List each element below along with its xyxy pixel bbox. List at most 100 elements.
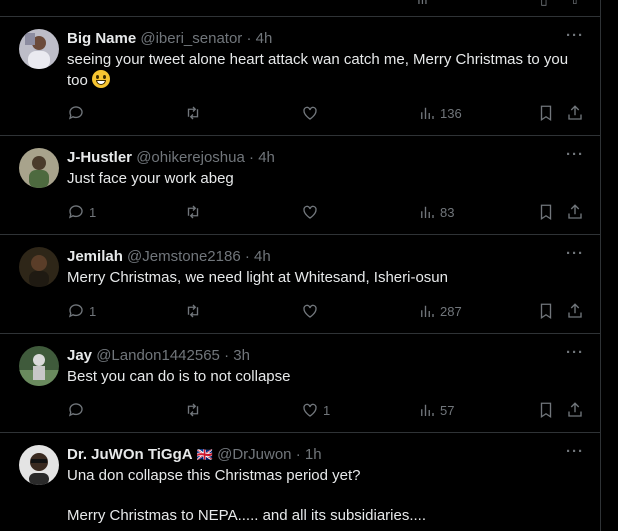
reply-icon	[68, 106, 83, 120]
share-button[interactable]	[566, 400, 584, 420]
share-button[interactable]	[566, 202, 584, 222]
retweet-button[interactable]	[184, 103, 202, 123]
timeline-column: ılı ▯ ⇧ Big Name @iberi_senator · 4h see…	[0, 0, 601, 531]
tweet-4[interactable]: Jay @Landon1442565 · 3h Best you can do …	[0, 334, 601, 433]
tweet-text: seeing your tweet alone heart attack wan…	[67, 50, 587, 91]
avatar[interactable]	[19, 445, 59, 485]
display-name[interactable]: Dr. JuWOn TiGgA	[67, 446, 193, 463]
tweet-2[interactable]: J-Hustler @ohikerejoshua · 4h Just face …	[0, 136, 601, 235]
tweet-3[interactable]: Jemilah @Jemstone2186 · 4h Merry Christm…	[0, 235, 601, 334]
user-handle[interactable]: @ohikerejoshua	[136, 149, 245, 166]
bookmark-icon	[540, 204, 552, 221]
user-handle[interactable]: @Jemstone2186	[127, 248, 241, 265]
views-button[interactable]: 287	[418, 301, 462, 321]
retweet-icon	[187, 106, 199, 120]
view-count: 287	[440, 303, 462, 319]
analytics-icon	[421, 404, 434, 416]
view-count: 83	[440, 204, 455, 220]
action-bar: 136	[67, 103, 587, 123]
share-icon[interactable]: ⇧	[569, 0, 581, 8]
avatar[interactable]	[19, 247, 59, 287]
tweet-1[interactable]: Big Name @iberi_senator · 4h seeing your…	[0, 17, 601, 136]
tweet-header: J-Hustler @ohikerejoshua · 4h	[67, 148, 587, 168]
share-button[interactable]	[566, 103, 584, 123]
reply-button[interactable]	[67, 400, 89, 420]
separator: ·	[246, 30, 252, 47]
avatar[interactable]	[19, 346, 59, 386]
reply-button[interactable]	[67, 103, 89, 123]
more-options-icon[interactable]: ···	[566, 146, 584, 163]
bookmark-button[interactable]	[537, 202, 555, 222]
more-options-icon[interactable]: ···	[566, 245, 584, 262]
like-button[interactable]	[301, 202, 323, 222]
action-bar: 1 83	[67, 202, 587, 222]
user-handle[interactable]: @DrJuwon	[217, 446, 291, 463]
tweet-text-second-paragraph: Merry Christmas to NEPA..... and all its…	[67, 507, 426, 524]
bookmark-icon	[540, 105, 552, 122]
reply-button[interactable]: 1	[67, 202, 96, 222]
separator: ·	[244, 248, 250, 265]
tweet-text: Just face your work abeg	[67, 170, 234, 187]
retweet-icon	[187, 205, 199, 219]
display-name[interactable]: Big Name	[67, 30, 136, 47]
tweet-header: Dr. JuWOn TiGgA 🇬🇧 @DrJuwon · 1h	[67, 445, 587, 465]
like-button[interactable]	[301, 103, 323, 123]
analytics-icon	[421, 107, 434, 119]
reply-button[interactable]: 1	[67, 301, 96, 321]
timestamp[interactable]: 4h	[254, 248, 271, 265]
views-button[interactable]: 136	[418, 103, 462, 123]
avatar[interactable]	[19, 29, 59, 69]
reply-icon	[68, 304, 83, 318]
timestamp[interactable]: 4h	[258, 149, 275, 166]
reply-count: 1	[89, 204, 97, 220]
avatar[interactable]	[19, 148, 59, 188]
timestamp[interactable]: 3h	[233, 347, 250, 364]
bookmark-button[interactable]	[537, 301, 555, 321]
user-handle[interactable]: @Landon1442565	[96, 347, 220, 364]
retweet-button[interactable]	[184, 301, 202, 321]
bookmark-button[interactable]	[537, 400, 555, 420]
reply-count: 1	[89, 303, 97, 319]
separator: ·	[249, 149, 255, 166]
tweet-header: Big Name @iberi_senator · 4h	[67, 29, 587, 49]
views-icon[interactable]: ılı	[417, 0, 428, 7]
action-bar: 1 287	[67, 301, 587, 321]
reply-icon	[68, 403, 83, 417]
reply-icon	[68, 205, 83, 219]
more-options-icon[interactable]: ···	[566, 443, 584, 460]
user-handle[interactable]: @iberi_senator	[140, 30, 242, 47]
share-icon	[568, 204, 582, 219]
tweet-5[interactable]: Dr. JuWOn TiGgA 🇬🇧 @DrJuwon · 1h Una don…	[0, 433, 601, 531]
timestamp[interactable]: 4h	[256, 30, 273, 47]
tweet-header: Jay @Landon1442565 · 3h	[67, 346, 587, 366]
like-button[interactable]: 1	[301, 400, 330, 420]
analytics-icon	[421, 206, 434, 218]
action-bar: 1 57	[67, 400, 587, 420]
views-button[interactable]: 83	[418, 202, 454, 222]
share-button[interactable]	[566, 301, 584, 321]
bookmark-icon	[540, 402, 552, 419]
uk-flag-icon: 🇬🇧	[196, 447, 213, 462]
retweet-icon	[187, 304, 199, 318]
separator: ·	[224, 347, 230, 364]
more-options-icon[interactable]: ···	[566, 27, 584, 44]
tweet-text: Una don collapse this Christmas period y…	[67, 467, 361, 484]
display-name[interactable]: Jay	[67, 347, 92, 364]
grinning-emoji-icon	[92, 70, 111, 88]
more-options-icon[interactable]: ···	[566, 344, 584, 361]
heart-icon	[303, 205, 317, 219]
views-button[interactable]: 57	[418, 400, 454, 420]
tweet-header: Jemilah @Jemstone2186 · 4h	[67, 247, 587, 267]
bookmark-icon[interactable]: ▯	[540, 0, 548, 8]
bookmark-button[interactable]	[537, 103, 555, 123]
like-button[interactable]	[301, 301, 323, 321]
retweet-button[interactable]	[184, 400, 202, 420]
retweet-button[interactable]	[184, 202, 202, 222]
display-name[interactable]: J-Hustler	[67, 149, 132, 166]
previous-tweet-actions: ılı ▯ ⇧	[0, 0, 601, 17]
analytics-icon	[421, 305, 434, 317]
timestamp[interactable]: 1h	[305, 446, 322, 463]
separator: ·	[295, 446, 301, 463]
display-name[interactable]: Jemilah	[67, 248, 123, 265]
tweet-text: Merry Christmas, we need light at Whites…	[67, 269, 448, 286]
